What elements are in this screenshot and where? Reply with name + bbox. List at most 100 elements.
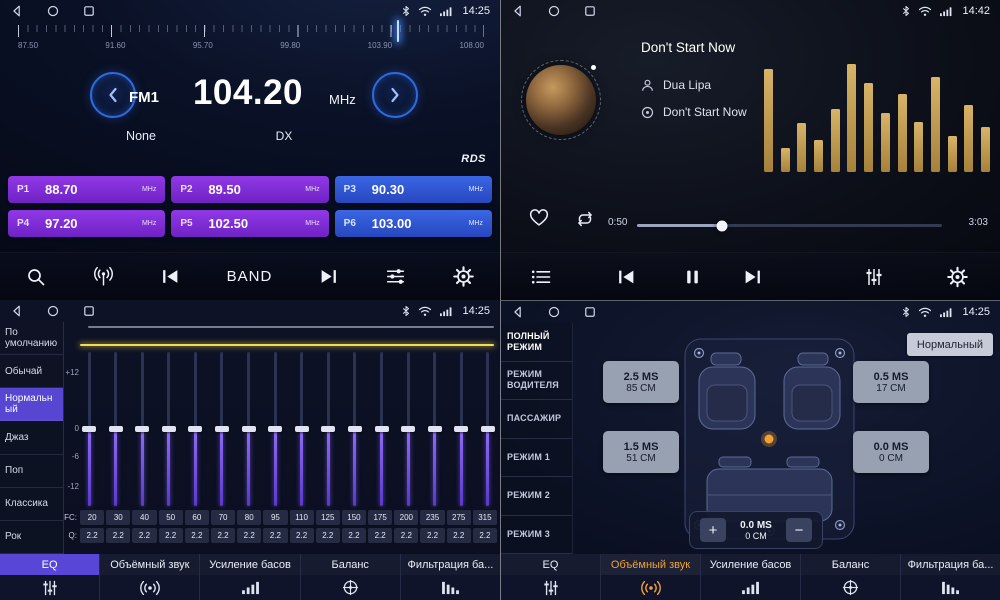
decrease-delay-button[interactable]: − bbox=[786, 518, 812, 542]
eq-slider-handle[interactable] bbox=[188, 426, 202, 432]
audio-settings-button[interactable] bbox=[385, 267, 406, 286]
repeat-button[interactable] bbox=[575, 211, 595, 227]
eq-band-slider[interactable] bbox=[242, 352, 256, 506]
rear-right-delay[interactable]: 0.0 MS 0 CM bbox=[853, 431, 929, 473]
previous-track-button[interactable] bbox=[617, 268, 636, 285]
recents-button[interactable] bbox=[82, 304, 96, 318]
eq-preset-custom[interactable]: Обычай bbox=[0, 355, 63, 388]
eq-band-slider[interactable] bbox=[428, 352, 442, 506]
eq-band-slider[interactable] bbox=[375, 352, 389, 506]
eq-band-slider[interactable] bbox=[401, 352, 415, 506]
tab-balance[interactable]: Баланс bbox=[301, 554, 401, 600]
eq-slider-handle[interactable] bbox=[242, 426, 256, 432]
eq-preset-default[interactable]: По умолчанию bbox=[0, 322, 63, 355]
eq-slider-handle[interactable] bbox=[135, 426, 149, 432]
eq-band-slider[interactable] bbox=[321, 352, 335, 506]
eq-slider-handle[interactable] bbox=[348, 426, 362, 432]
back-button[interactable] bbox=[511, 4, 525, 18]
eq-slider-handle[interactable] bbox=[401, 426, 415, 432]
recents-button[interactable] bbox=[583, 4, 597, 18]
tab-balance[interactable]: Баланс bbox=[801, 554, 901, 600]
tab-surround-sound[interactable]: Объёмный звук bbox=[601, 554, 701, 600]
back-button[interactable] bbox=[511, 305, 525, 319]
front-right-delay[interactable]: 0.5 MS 17 CM bbox=[853, 361, 929, 403]
mode-1[interactable]: РЕЖИМ 1 bbox=[501, 439, 572, 478]
increase-delay-button[interactable]: + bbox=[700, 518, 726, 542]
previous-station-button[interactable] bbox=[161, 268, 180, 285]
tab-bass-boost[interactable]: Усиление басов bbox=[200, 554, 300, 600]
eq-preset-classic[interactable]: Классика bbox=[0, 488, 63, 521]
radio-preset[interactable]: P3 90.30 MHz bbox=[335, 176, 492, 203]
eq-band-slider[interactable] bbox=[109, 352, 123, 506]
eq-slider-handle[interactable] bbox=[268, 426, 282, 432]
back-button[interactable] bbox=[10, 304, 24, 318]
next-track-button[interactable] bbox=[743, 268, 762, 285]
recents-button[interactable] bbox=[82, 4, 96, 18]
eq-band-slider[interactable] bbox=[135, 352, 149, 506]
home-button[interactable] bbox=[547, 305, 561, 319]
home-button[interactable] bbox=[46, 304, 60, 318]
tab-bass-filter[interactable]: Фильтрация ба... bbox=[901, 554, 1000, 600]
eq-slider-handle[interactable] bbox=[428, 426, 442, 432]
mode-2[interactable]: РЕЖИМ 2 bbox=[501, 477, 572, 516]
tab-surround-sound[interactable]: Объёмный звук bbox=[100, 554, 200, 600]
mode-driver[interactable]: РЕЖИМ ВОДИТЕЛЯ bbox=[501, 362, 572, 401]
eq-band-slider[interactable] bbox=[188, 352, 202, 506]
settings-button[interactable] bbox=[947, 266, 968, 287]
radio-preset[interactable]: P4 97.20 MHz bbox=[8, 210, 165, 237]
eq-slider-handle[interactable] bbox=[375, 426, 389, 432]
frequency-ruler[interactable]: 87.50 91.60 95.70 99.80 103.90 108.00 bbox=[18, 25, 484, 61]
eq-slider-handle[interactable] bbox=[321, 426, 335, 432]
tab-eq[interactable]: EQ bbox=[0, 554, 100, 600]
tab-eq[interactable]: EQ bbox=[501, 554, 601, 600]
home-button[interactable] bbox=[547, 4, 561, 18]
eq-preset-jazz[interactable]: Джаз bbox=[0, 421, 63, 454]
profile-button[interactable]: Нормальный bbox=[907, 333, 993, 356]
eq-preset-rock[interactable]: Рок bbox=[0, 521, 63, 554]
recents-button[interactable] bbox=[583, 305, 597, 319]
playlist-button[interactable] bbox=[531, 269, 551, 285]
eq-preset-normal[interactable]: Нормальный bbox=[0, 388, 63, 421]
tab-bass-filter[interactable]: Фильтрация ба... bbox=[401, 554, 500, 600]
eq-band-slider[interactable] bbox=[454, 352, 468, 506]
visualizer-bar bbox=[814, 140, 823, 172]
tune-up-button[interactable] bbox=[372, 72, 418, 118]
mode-full[interactable]: ПОЛНЫЙ РЕЖИМ bbox=[501, 323, 572, 362]
radio-preset[interactable]: P6 103.00 MHz bbox=[335, 210, 492, 237]
eq-slider-handle[interactable] bbox=[162, 426, 176, 432]
front-left-delay[interactable]: 2.5 MS 85 CM bbox=[603, 361, 679, 403]
radio-preset[interactable]: P2 89.50 MHz bbox=[171, 176, 328, 203]
mode-3[interactable]: РЕЖИМ 3 bbox=[501, 516, 572, 555]
eq-slider-handle[interactable] bbox=[454, 426, 468, 432]
eq-slider-handle[interactable] bbox=[109, 426, 123, 432]
home-button[interactable] bbox=[46, 4, 60, 18]
eq-band-slider[interactable] bbox=[481, 352, 495, 506]
eq-slider-handle[interactable] bbox=[481, 426, 495, 432]
scan-button[interactable] bbox=[26, 267, 46, 287]
eq-band-slider[interactable] bbox=[162, 352, 176, 506]
favorite-button[interactable] bbox=[529, 209, 549, 227]
pause-button[interactable] bbox=[685, 268, 700, 285]
radio-preset[interactable]: P5 102.50 MHz bbox=[171, 210, 328, 237]
audio-settings-button[interactable] bbox=[865, 267, 883, 287]
eq-slider-handle[interactable] bbox=[215, 426, 229, 432]
mode-passenger[interactable]: ПАССАЖИР bbox=[501, 400, 572, 439]
eq-preset-pop[interactable]: Поп bbox=[0, 455, 63, 488]
radio-preset[interactable]: P1 88.70 MHz bbox=[8, 176, 165, 203]
progress-knob[interactable] bbox=[717, 220, 728, 231]
rear-left-delay[interactable]: 1.5 MS 51 CM bbox=[603, 431, 679, 473]
eq-band-slider[interactable] bbox=[295, 352, 309, 506]
next-station-button[interactable] bbox=[319, 268, 338, 285]
eq-band-slider[interactable] bbox=[348, 352, 362, 506]
eq-slider-handle[interactable] bbox=[82, 426, 96, 432]
eq-band-slider[interactable] bbox=[82, 352, 96, 506]
radio-source-button[interactable] bbox=[93, 266, 114, 287]
tab-bass-boost[interactable]: Усиление басов bbox=[701, 554, 801, 600]
back-button[interactable] bbox=[10, 4, 24, 18]
eq-slider-handle[interactable] bbox=[295, 426, 309, 432]
eq-band-slider[interactable] bbox=[268, 352, 282, 506]
eq-band-slider[interactable] bbox=[215, 352, 229, 506]
settings-button[interactable] bbox=[453, 266, 474, 287]
band-button[interactable]: BAND bbox=[227, 268, 273, 285]
progress-bar[interactable] bbox=[637, 224, 942, 227]
